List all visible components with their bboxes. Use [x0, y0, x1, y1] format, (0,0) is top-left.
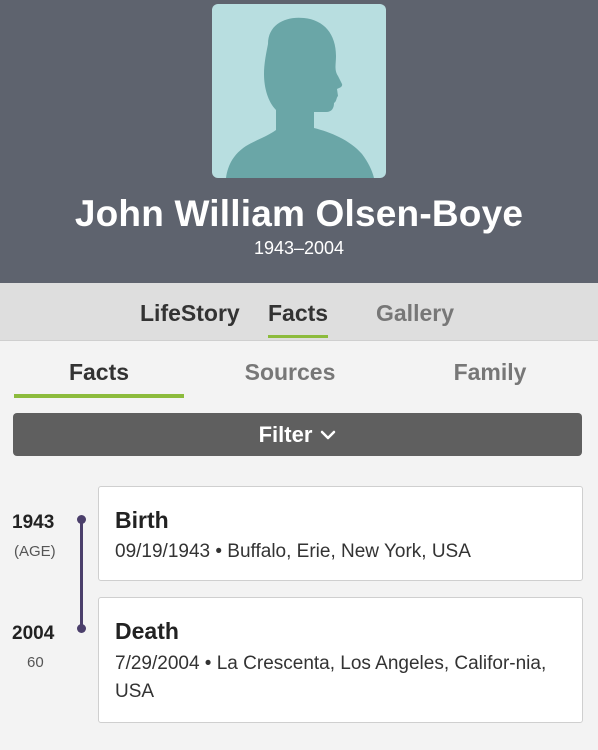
subtab-facts[interactable]: Facts [14, 359, 184, 386]
top-tab-bar: LifeStory Facts Gallery [0, 283, 598, 341]
avatar[interactable] [212, 4, 386, 178]
filter-button[interactable]: Filter [13, 413, 582, 456]
active-subtab-indicator [14, 394, 184, 398]
subtab-sources[interactable]: Sources [205, 359, 375, 386]
lifespan: 1943–2004 [253, 238, 345, 258]
tab-facts[interactable]: Facts [268, 300, 329, 338]
event-detail: 09/19/1943 • Buffalo, Erie, New York, US… [115, 541, 471, 562]
event-card-birth[interactable]: Birth 09/19/1943 • Buffalo, Erie, New Yo… [98, 486, 583, 581]
event-title: Death [115, 618, 179, 644]
timeline-line [80, 519, 83, 629]
profile-header: John William Olsen-Boye 1943–2004 [0, 0, 598, 283]
timeline-dot [77, 515, 86, 524]
sub-tab-bar: Facts Sources Family [0, 341, 598, 401]
person-silhouette-icon [226, 17, 374, 178]
tab-lifestory[interactable]: LifeStory [140, 300, 240, 335]
event-detail: 7/29/2004 • La Crescenta, Los Angeles, C… [115, 653, 547, 702]
subtab-family[interactable]: Family [405, 359, 575, 386]
filter-label: Filter [258, 421, 313, 447]
person-name: John William Olsen-Boye [74, 193, 524, 234]
event-year: 2004 [12, 623, 55, 644]
event-age: 60 [27, 654, 44, 671]
event-age: (AGE) [14, 543, 56, 560]
timeline-dot [77, 624, 86, 633]
chevron-down-icon [321, 430, 336, 439]
tab-gallery[interactable]: Gallery [376, 300, 454, 335]
event-title: Birth [115, 507, 169, 533]
event-card-death[interactable]: Death 7/29/2004 • La Crescenta, Los Ange… [98, 597, 583, 723]
event-year: 1943 [12, 512, 55, 533]
